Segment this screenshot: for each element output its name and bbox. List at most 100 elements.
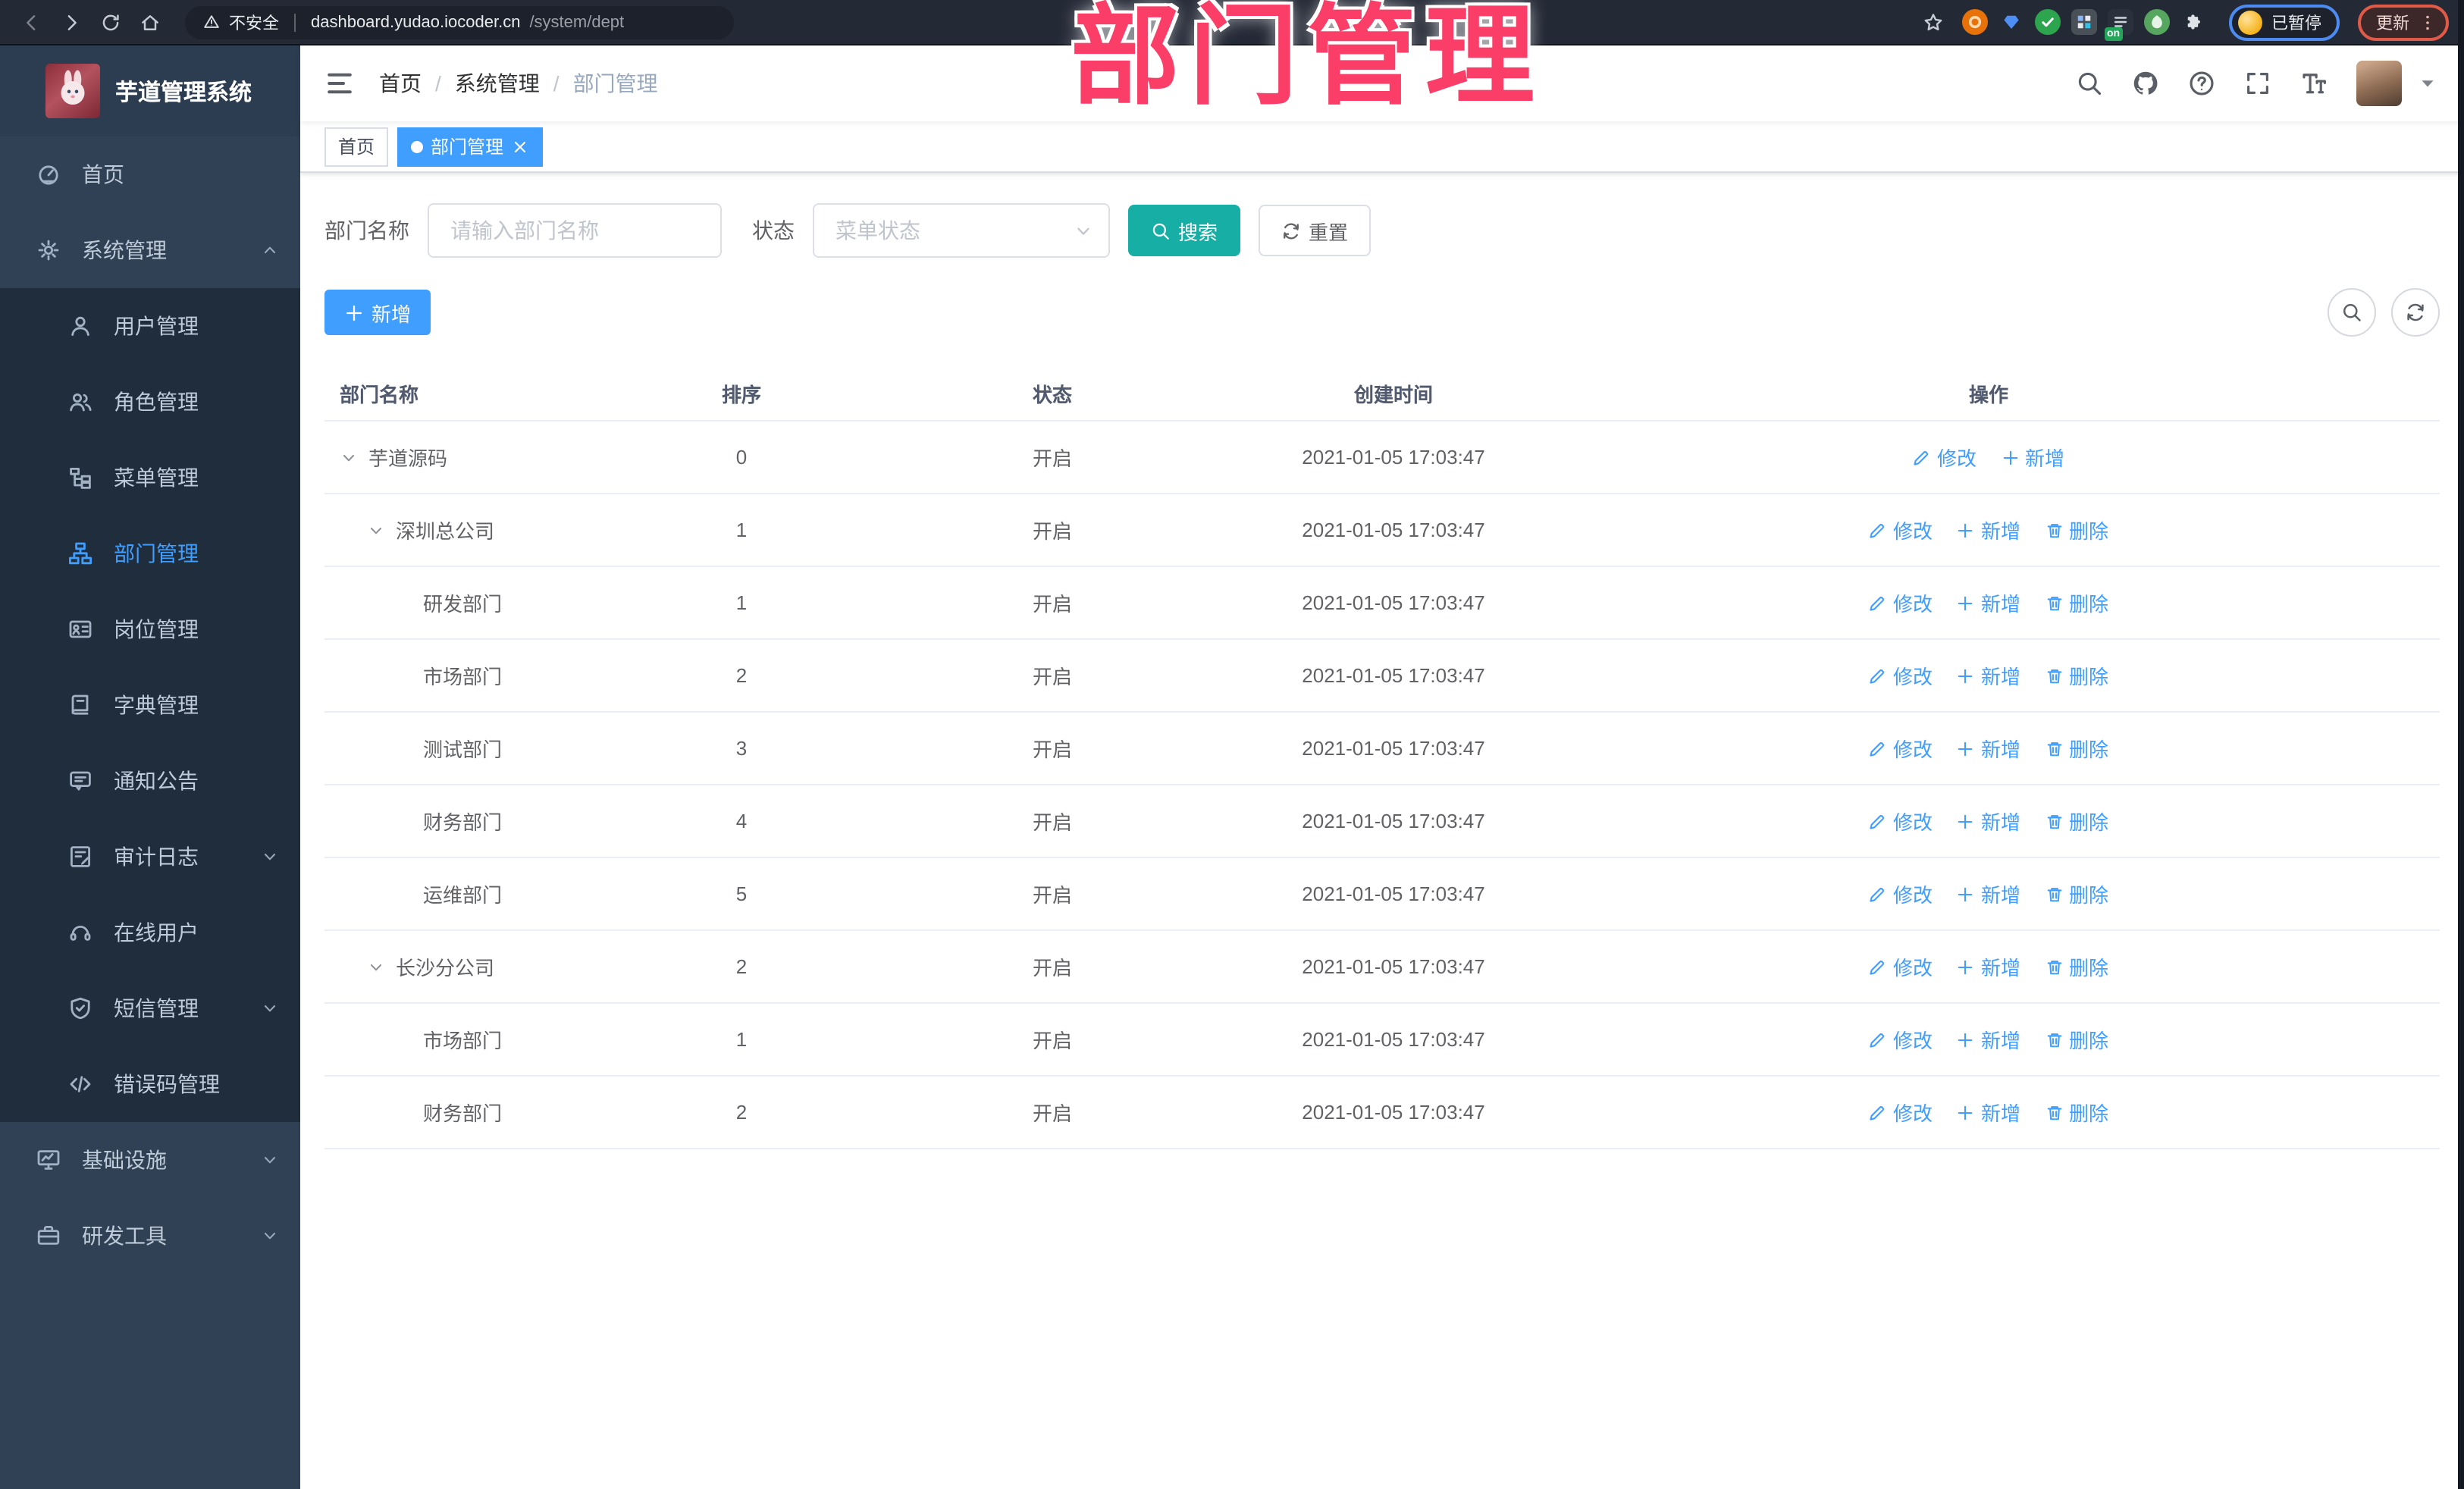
delete-action-link[interactable]: 删除	[2045, 734, 2108, 763]
delete-icon	[2045, 739, 2063, 757]
breadcrumb-home[interactable]: 首页	[379, 68, 422, 99]
insecure-warning-icon[interactable]	[203, 14, 220, 30]
peoples-icon	[68, 390, 92, 414]
expand-arrow-icon[interactable]	[340, 448, 368, 466]
kebab-menu-icon[interactable]	[2419, 13, 2437, 31]
add-action-link[interactable]: 新增	[2001, 443, 2064, 472]
sidebar-item-infra[interactable]: 基础设施	[0, 1122, 300, 1198]
edit-action-link[interactable]: 修改	[1869, 1025, 1933, 1054]
add-action-link[interactable]: 新增	[1957, 879, 2020, 908]
delete-action-link[interactable]: 删除	[2045, 807, 2108, 835]
delete-action-link[interactable]: 删除	[2045, 516, 2108, 544]
ext-blue-gem-icon[interactable]	[1998, 9, 2024, 35]
profile-paused-pill[interactable]: 已暂停	[2229, 4, 2340, 40]
sidebar-item-dev-tool[interactable]: 研发工具	[0, 1198, 300, 1274]
page-scrollbar[interactable]	[2458, 0, 2464, 1489]
delete-icon	[2045, 666, 2063, 685]
sidebar-item-sms[interactable]: 短信管理	[0, 970, 300, 1046]
url-host: dashboard.yudao.iocoder.cn	[311, 13, 521, 31]
chevron-down-icon	[261, 1227, 279, 1245]
sidebar-item-home[interactable]: 首页	[0, 136, 300, 212]
sort-cell: 1	[735, 591, 748, 614]
delete-action-link[interactable]: 删除	[2045, 1098, 2108, 1127]
expand-arrow-icon[interactable]	[367, 521, 396, 539]
add-action-link[interactable]: 新增	[1957, 952, 2020, 981]
search-form: 部门名称 状态 菜单状态 搜索	[324, 203, 2440, 258]
delete-action-link[interactable]: 删除	[2045, 661, 2108, 690]
browser-update-button[interactable]: 更新	[2358, 4, 2449, 40]
app-logo[interactable]: 芋道管理系统	[0, 45, 300, 136]
add-action-link[interactable]: 新增	[1957, 1098, 2020, 1127]
sidebar-item-role[interactable]: 角色管理	[0, 364, 300, 440]
add-action-link[interactable]: 新增	[1957, 734, 2020, 763]
ext-list-on-icon[interactable]: on	[2104, 9, 2133, 41]
browser-home-icon[interactable]	[133, 5, 167, 39]
delete-action-link[interactable]: 删除	[2045, 1025, 2108, 1054]
ext-green-check-icon[interactable]	[2034, 9, 2060, 35]
edit-action-link[interactable]: 修改	[1869, 734, 1933, 763]
header-search-icon[interactable]	[2076, 70, 2103, 97]
add-action-link[interactable]: 新增	[1957, 661, 2020, 690]
reset-button[interactable]: 重置	[1259, 205, 1372, 256]
delete-action-link[interactable]: 删除	[2045, 588, 2108, 617]
created-time-cell: 2021-01-05 17:03:47	[1302, 955, 1485, 978]
status-cell: 开启	[1032, 957, 1072, 980]
sidebar-item-audit-log[interactable]: 审计日志	[0, 819, 300, 895]
tab-home[interactable]: 首页	[324, 127, 389, 166]
refresh-table-button[interactable]	[2391, 288, 2440, 337]
edit-action-link[interactable]: 修改	[1913, 443, 1977, 472]
dept-name-input[interactable]	[428, 203, 722, 258]
edit-action-link[interactable]: 修改	[1869, 879, 1933, 908]
avatar-caret-down-icon[interactable]	[2419, 74, 2437, 92]
edit-action-link[interactable]: 修改	[1869, 1098, 1933, 1127]
browser-forward-icon[interactable]	[55, 5, 88, 39]
sidebar-item-dept[interactable]: 部门管理	[0, 516, 300, 591]
github-icon[interactable]	[2132, 70, 2159, 97]
user-avatar[interactable]	[2356, 61, 2402, 106]
delete-action-link[interactable]: 删除	[2045, 879, 2108, 908]
action-cell: 修改 新增 删除	[1538, 1098, 2440, 1127]
sidebar-item-label: 基础设施	[82, 1148, 167, 1172]
edit-action-link[interactable]: 修改	[1869, 516, 1933, 544]
bookmark-star-icon[interactable]	[1917, 5, 1950, 39]
tab-close-icon[interactable]	[511, 137, 529, 155]
tab-dept[interactable]: 部门管理	[397, 127, 544, 166]
sidebar-item-system[interactable]: 系统管理	[0, 212, 300, 288]
breadcrumb-system[interactable]: 系统管理	[455, 68, 540, 99]
add-action-link[interactable]: 新增	[1957, 1025, 2020, 1054]
help-icon[interactable]	[2188, 70, 2215, 97]
edit-action-link[interactable]: 修改	[1869, 807, 1933, 835]
search-button[interactable]: 搜索	[1128, 205, 1241, 256]
sidebar-item-online-user[interactable]: 在线用户	[0, 895, 300, 970]
fullscreen-icon[interactable]	[2244, 70, 2271, 97]
add-action-link[interactable]: 新增	[1957, 516, 2020, 544]
ext-green-leaf-icon[interactable]	[2143, 9, 2169, 35]
address-bar[interactable]: 不安全 dashboard.yudao.iocoder.cn/system/de…	[185, 5, 734, 39]
delete-action-link[interactable]: 删除	[2045, 952, 2108, 981]
sidebar-item-user[interactable]: 用户管理	[0, 288, 300, 364]
dept-name-text: 芋道源码	[368, 447, 448, 470]
sidebar-item-notice[interactable]: 通知公告	[0, 743, 300, 819]
sidebar-item-post[interactable]: 岗位管理	[0, 591, 300, 667]
dept-name-text: 研发部门	[423, 593, 503, 616]
ext-orange-ring-icon[interactable]	[1961, 9, 1987, 35]
expand-arrow-icon[interactable]	[367, 958, 396, 976]
font-size-icon[interactable]	[2300, 70, 2328, 97]
sidebar-item-menu[interactable]: 菜单管理	[0, 440, 300, 516]
edit-action-link[interactable]: 修改	[1869, 661, 1933, 690]
sidebar-item-dict[interactable]: 字典管理	[0, 667, 300, 743]
sidebar-item-error-code[interactable]: 错误码管理	[0, 1046, 300, 1122]
edit-action-link[interactable]: 修改	[1869, 952, 1933, 981]
sort-cell: 4	[735, 810, 748, 832]
add-dept-button[interactable]: 新增	[324, 290, 431, 335]
ext-grid-icon[interactable]	[2071, 9, 2096, 35]
hamburger-icon[interactable]	[324, 68, 355, 99]
add-action-link[interactable]: 新增	[1957, 588, 2020, 617]
add-action-link[interactable]: 新增	[1957, 807, 2020, 835]
edit-action-link[interactable]: 修改	[1869, 588, 1933, 617]
toggle-search-button[interactable]	[2328, 288, 2376, 337]
ext-puzzle-icon[interactable]	[2180, 9, 2205, 35]
browser-reload-icon[interactable]	[94, 5, 127, 39]
status-select[interactable]: 菜单状态	[813, 203, 1110, 258]
browser-back-icon[interactable]	[15, 5, 49, 39]
